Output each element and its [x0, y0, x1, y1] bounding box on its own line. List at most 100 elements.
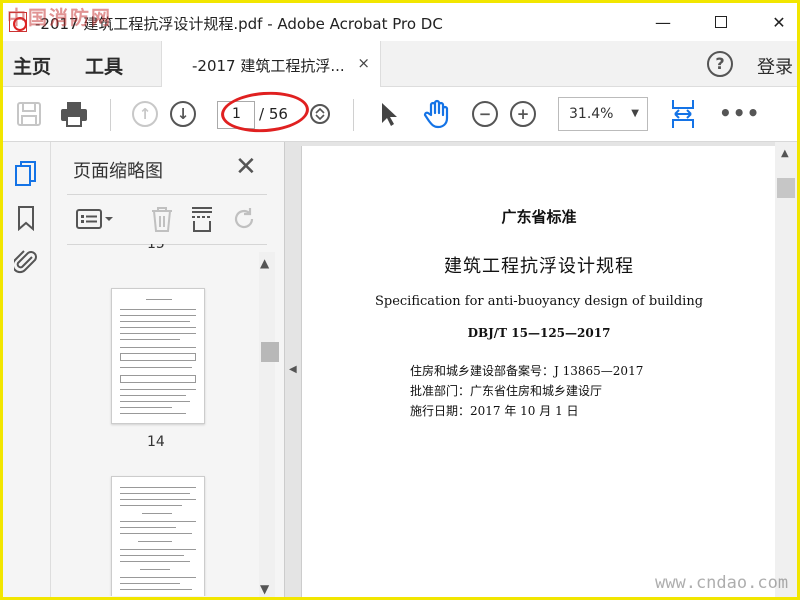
page-total-label: / 56	[259, 105, 288, 123]
maximize-button[interactable]	[693, 3, 749, 41]
close-tab-icon[interactable]: ×	[357, 54, 370, 72]
next-page-button[interactable]: ↓	[167, 98, 199, 130]
attachments-icon[interactable]	[13, 248, 39, 276]
thumbnail-list: 15 14	[67, 244, 257, 596]
previous-page-button[interactable]: ↑	[129, 98, 161, 130]
select-tool-icon[interactable]	[373, 98, 405, 130]
text-line	[120, 583, 180, 584]
chevron-up-icon[interactable]: ▲	[781, 148, 789, 159]
more-tools-button[interactable]: •••	[719, 101, 760, 125]
zoom-in-button[interactable]: +	[507, 98, 539, 130]
text-line	[120, 493, 190, 494]
text-line	[120, 327, 196, 328]
table-box	[120, 375, 196, 383]
text-line	[120, 339, 180, 340]
document-viewer: ◀ 广东省标准 建筑工程抗浮设计规程 Specification for ant…	[285, 142, 797, 597]
record-number: 住房和城乡建设部备案号：J 13865—2017	[410, 364, 644, 378]
text-line	[120, 321, 190, 322]
pdf-page: 广东省标准 建筑工程抗浮设计规程 Specification for anti-…	[301, 146, 775, 597]
page-spin-icon[interactable]	[304, 98, 336, 130]
login-button[interactable]: 登录	[757, 53, 793, 79]
help-icon[interactable]: ?	[707, 51, 733, 77]
delete-page-icon[interactable]	[147, 204, 177, 234]
text-line	[120, 407, 172, 408]
text-line	[120, 521, 196, 522]
text-line	[120, 389, 196, 390]
page-thumbnails-icon[interactable]	[13, 160, 39, 188]
document-code: DBJ/T 15—125—2017	[467, 326, 611, 340]
bookmarks-icon[interactable]	[13, 204, 39, 232]
collapse-panel-icon[interactable]: ◀	[289, 364, 297, 375]
tab-tools[interactable]: 工具	[85, 52, 123, 79]
thumbnail-options-icon[interactable]	[75, 204, 115, 234]
text-line	[120, 589, 192, 590]
text-line	[120, 401, 190, 402]
table-box	[120, 353, 196, 361]
scrollbar-thumb[interactable]	[777, 178, 795, 198]
document-tab-label: -2017 建筑工程抗浮...	[192, 57, 345, 75]
text-line	[120, 333, 196, 334]
watermark-top: 中国消防网	[7, 7, 113, 29]
chevron-down-icon[interactable]: ▼	[260, 582, 269, 596]
thumbnail-page-14[interactable]	[111, 288, 205, 424]
tab-document[interactable]: -2017 建筑工程抗浮... ×	[161, 41, 381, 87]
arrow-up-icon: ↑	[132, 101, 158, 127]
zoom-value: 31.4%	[569, 106, 614, 122]
text-line	[120, 499, 196, 500]
zoom-out-button[interactable]: −	[469, 98, 501, 130]
watermark-bottom: www.cndao.com	[655, 573, 789, 593]
text-line	[120, 315, 196, 316]
text-line	[120, 533, 192, 534]
save-icon[interactable]	[13, 98, 45, 130]
text-line	[120, 367, 192, 368]
hand-tool-icon[interactable]	[421, 98, 453, 130]
zoom-select[interactable]: 31.4% ▼	[558, 97, 648, 131]
document-header: 广东省标准	[501, 208, 577, 226]
close-panel-icon[interactable]: ✕	[235, 152, 257, 182]
fit-width-icon[interactable]	[667, 98, 699, 130]
document-scrollbar[interactable]: ▲	[775, 142, 797, 597]
text-line	[120, 549, 196, 550]
panel-title: 页面缩略图	[73, 161, 163, 182]
title-bar: -2017 建筑工程抗浮设计规程.pdf - Adobe Acrobat Pro…	[3, 3, 797, 41]
effective-date: 施行日期：2017 年 10 月 1 日	[410, 404, 579, 418]
toolbar: ↑ ↓ 1 / 56 − + 31.4% ▼ •••	[3, 87, 797, 142]
thumbnail-page-15[interactable]	[111, 476, 205, 596]
text-line	[120, 487, 196, 488]
text-line	[138, 541, 172, 542]
toolbar-divider	[110, 99, 111, 131]
extract-pages-icon[interactable]	[187, 204, 217, 234]
toolbar-divider	[353, 99, 354, 131]
text-line	[142, 513, 172, 514]
thumbnail-label: 15	[147, 244, 165, 252]
plus-icon: +	[510, 101, 536, 127]
document-title-cn: 建筑工程抗浮设计规程	[444, 256, 634, 277]
text-line	[120, 395, 186, 396]
scrollbar-thumb[interactable]	[261, 342, 279, 362]
tab-bar: 主页 工具 -2017 建筑工程抗浮... × ? 登录	[3, 41, 797, 87]
tab-home[interactable]: 主页	[13, 52, 51, 79]
divider	[67, 194, 267, 195]
approval-department: 批准部门：广东省住房和城乡建设厅	[410, 384, 603, 398]
close-window-button[interactable]: ✕	[751, 3, 797, 41]
arrow-down-icon: ↓	[170, 101, 196, 127]
text-line	[120, 347, 196, 348]
text-line	[140, 569, 170, 570]
panel-scrollbar[interactable]: ▲ ▼	[259, 252, 279, 597]
chevron-up-icon[interactable]: ▲	[260, 256, 269, 270]
thumbnail-label: 14	[147, 434, 165, 450]
minimize-icon: —	[655, 12, 671, 32]
text-line	[120, 555, 184, 556]
text-line	[120, 413, 186, 414]
rotate-icon[interactable]	[229, 204, 259, 234]
maximize-icon	[715, 16, 727, 28]
print-icon[interactable]	[58, 98, 90, 130]
thumbnail-panel: 页面缩略图 ✕ 15 14 ▲ ▼	[51, 142, 285, 597]
minus-icon: −	[472, 101, 498, 127]
page-number-input[interactable]: 1	[217, 101, 255, 129]
chevron-down-icon: ▼	[631, 108, 639, 119]
minimize-button[interactable]: —	[635, 3, 691, 41]
text-line	[120, 527, 176, 528]
navigation-rail	[3, 142, 51, 597]
text-line	[146, 299, 172, 300]
